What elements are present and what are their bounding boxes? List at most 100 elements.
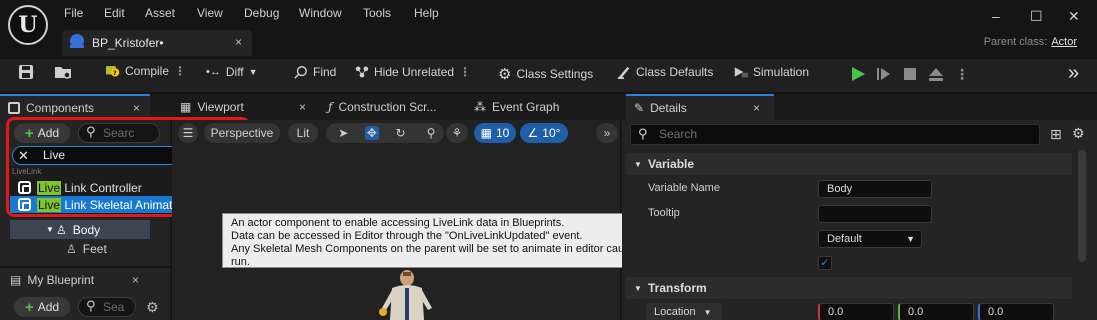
chevron-down-icon: ▼ [634,283,642,293]
select-tool-icon[interactable]: ➤ [338,126,348,140]
blueprint-icon [70,34,84,48]
compile-options-icon[interactable]: ⋮ [174,64,186,78]
location-dropdown[interactable]: Location ▼ [646,303,722,320]
location-z-field[interactable]: 0.0 [978,303,1054,320]
minimize-button[interactable]: – [992,8,1000,24]
property-matrix-icon[interactable]: ⊞ [1050,126,1062,143]
location-label: Location [654,306,696,318]
event-graph-icon: ⁂ [474,100,486,114]
add-blueprint-item-label: Add [37,300,60,314]
tab-details[interactable]: ✎ Details × [626,94,774,120]
menu-window[interactable]: Window [299,6,342,20]
hide-unrelated-button[interactable]: Hide Unrelated ⋮ [355,65,471,79]
class-settings-button[interactable]: ⚙ Class Settings [498,65,593,83]
perspective-button[interactable]: Perspective [204,123,280,143]
tree-item-feet[interactable]: ♙ Feet [66,242,107,256]
stop-icon[interactable] [902,66,918,82]
viewport-overflow-icon[interactable]: » [596,123,618,143]
viewport-menu-icon[interactable]: ☰ [178,123,198,143]
class-settings-label: Class Settings [516,67,594,81]
close-icon[interactable]: × [132,273,139,287]
world-space-icon[interactable]: ⚲ [420,123,442,143]
tab-construction-script[interactable]: ƒ Construction Scr... [320,94,460,120]
unreal-logo-icon[interactable]: U [8,5,48,45]
parent-class-link[interactable]: Actor [1051,36,1077,48]
diff-icon: •↔ [206,66,221,78]
grid-snap-button[interactable]: ▦ 10 [474,123,516,143]
chevron-down-icon: ▼ [703,307,712,317]
simulation-button[interactable]: Simulation [734,65,809,79]
location-y-field[interactable]: 0.0 [898,303,974,320]
variable-name-field[interactable]: Body [818,180,932,198]
location-x-field[interactable]: 0.0 [818,303,894,320]
details-icon: ✎ [634,101,645,115]
category-transform[interactable]: ▼ Transform [626,277,1072,299]
editable-checkbox[interactable]: ✓ [818,256,832,270]
variable-name-label: Variable Name [648,182,720,194]
class-defaults-button[interactable]: Class Defaults [617,65,713,79]
compile-button[interactable]: ? Compile ⋮ [106,64,186,78]
chevron-down-icon: ▼ [906,234,915,244]
maximize-button[interactable]: ☐ [1030,8,1043,25]
add-blueprint-item-button[interactable]: + Add [14,297,70,317]
hide-unrelated-options-icon[interactable]: ⋮ [459,65,471,79]
play-icon[interactable] [850,66,866,82]
tooltip-property-field[interactable] [818,205,932,223]
parent-class-label: Parent class: [983,36,1048,48]
document-tab[interactable]: BP_Kristofer• × [62,30,252,56]
toolbar-overflow-icon[interactable]: » [1068,62,1079,85]
plus-icon: + [24,298,34,316]
close-tab-icon[interactable]: × [235,35,242,49]
details-settings-gear-icon[interactable]: ⚙ [1072,125,1085,142]
class-defaults-icon [617,66,630,79]
menu-view[interactable]: View [197,6,223,20]
chevron-down-icon: ▼ [248,67,258,77]
tab-event-graph-label: Event Graph [492,100,560,114]
skeletal-mesh-icon: ♙ [56,222,67,237]
lit-button[interactable]: Lit [288,123,318,143]
play-options-icon[interactable]: ⋮ [955,66,969,83]
find-label: Find [313,65,337,79]
expand-arrow-icon[interactable]: ▼ [46,225,54,234]
close-window-button[interactable]: ✕ [1068,8,1080,25]
replication-dropdown[interactable]: Default ▼ [818,230,922,248]
browse-folder-icon[interactable] [54,64,72,83]
find-button[interactable]: Find [294,65,336,79]
details-search-input[interactable]: Search [630,124,1040,145]
tab-event-graph[interactable]: ⁂ Event Graph [466,94,616,120]
surface-snap-icon[interactable]: ⚘ [446,123,468,143]
menu-file[interactable]: File [64,6,83,20]
simulation-label: Simulation [753,65,810,79]
menu-edit[interactable]: Edit [104,6,125,20]
rotation-snap-value: 10° [542,126,561,140]
close-icon[interactable]: × [753,101,760,115]
category-transform-label: Transform [648,281,707,295]
tab-my-blueprint[interactable]: ▤ My Blueprint [0,268,170,292]
translate-tool-icon[interactable]: ✥ [364,126,379,140]
gear-icon[interactable]: ⚙ [146,299,159,316]
tree-item-body[interactable]: ▼ ♙ Body [10,220,150,239]
menu-help[interactable]: Help [414,6,439,20]
diff-button[interactable]: •↔ Diff ▼ [206,65,258,79]
simulation-icon [734,67,748,78]
step-forward-icon[interactable] [876,66,892,82]
gear-icon: ⚙ [498,66,512,83]
save-icon[interactable] [18,64,34,83]
rotate-tool-icon[interactable]: ↻ [395,126,405,140]
replication-value: Default [827,233,862,245]
category-variable[interactable]: ▼ Variable [626,153,1072,175]
angle-icon: ∠ [527,126,539,140]
tab-viewport-label: Viewport [197,100,244,114]
menu-debug[interactable]: Debug [244,6,279,20]
menu-asset[interactable]: Asset [145,6,175,20]
grid-icon: ▦ [480,126,492,140]
close-icon[interactable]: × [299,100,306,114]
tooltip-property-label: Tooltip [648,207,680,219]
rotation-snap-button[interactable]: ∠ 10° [520,123,568,143]
eject-icon[interactable] [928,66,944,82]
close-icon[interactable]: × [133,101,140,115]
viewport-icon: ▦ [180,100,192,114]
chevron-down-icon: ▼ [634,159,642,169]
details-scrollbar[interactable] [1078,150,1086,262]
menu-tools[interactable]: Tools [363,6,391,20]
